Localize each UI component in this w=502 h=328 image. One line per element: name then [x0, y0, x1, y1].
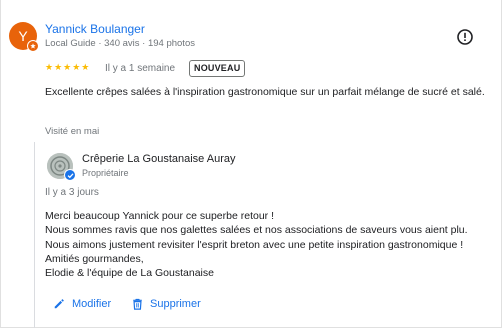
delete-reply-button[interactable]: Supprimer	[132, 295, 201, 313]
edit-reply-button[interactable]: Modifier	[53, 295, 111, 313]
avatar-letter: Y	[18, 28, 28, 44]
reply-date: Il y a 3 jours	[45, 187, 99, 198]
trash-icon	[133, 298, 142, 310]
reviewer-meta: Local Guide · 340 avis · 194 photos	[45, 38, 195, 49]
local-guide-badge-icon	[27, 40, 39, 52]
review-card: Y Yannick Boulanger Local Guide · 340 av…	[0, 0, 502, 328]
report-icon[interactable]	[456, 28, 474, 46]
reply-line: Amitiés gourmandes,	[45, 252, 144, 265]
business-avatar	[47, 153, 76, 181]
edit-pencil-icon	[54, 299, 64, 309]
reviewer-avatar[interactable]: Y	[9, 22, 39, 52]
reviewer-name[interactable]: Yannick Boulanger	[45, 22, 145, 36]
edit-label: Modifier	[72, 298, 112, 310]
reply-line: Elodie & l'équipe de La Goustanaise	[45, 267, 214, 280]
visited-date: Visité en mai	[45, 126, 100, 137]
new-badge: NOUVEAU	[189, 60, 246, 77]
review-text: Excellente crêpes salées à l'inspiration…	[45, 86, 485, 98]
reply-line: Nous sommes ravis que nos galettes salée…	[45, 224, 468, 237]
star-rating: ★★★★★	[45, 62, 91, 72]
owner-reply: Crêperie La Goustanaise Auray Propriétai…	[34, 142, 502, 328]
business-role: Propriétaire	[82, 168, 129, 178]
review-date: Il y a 1 semaine	[105, 63, 176, 74]
delete-label: Supprimer	[150, 298, 201, 310]
business-name: Crêperie La Goustanaise Auray	[82, 153, 236, 165]
verified-icon	[64, 169, 76, 181]
reply-line: Nous aimons justement revisiter l'esprit…	[45, 238, 464, 251]
reply-line: Merci beaucoup Yannick pour ce superbe r…	[45, 210, 274, 222]
reply-text: Merci beaucoup Yannick pour ce superbe r…	[45, 209, 500, 280]
